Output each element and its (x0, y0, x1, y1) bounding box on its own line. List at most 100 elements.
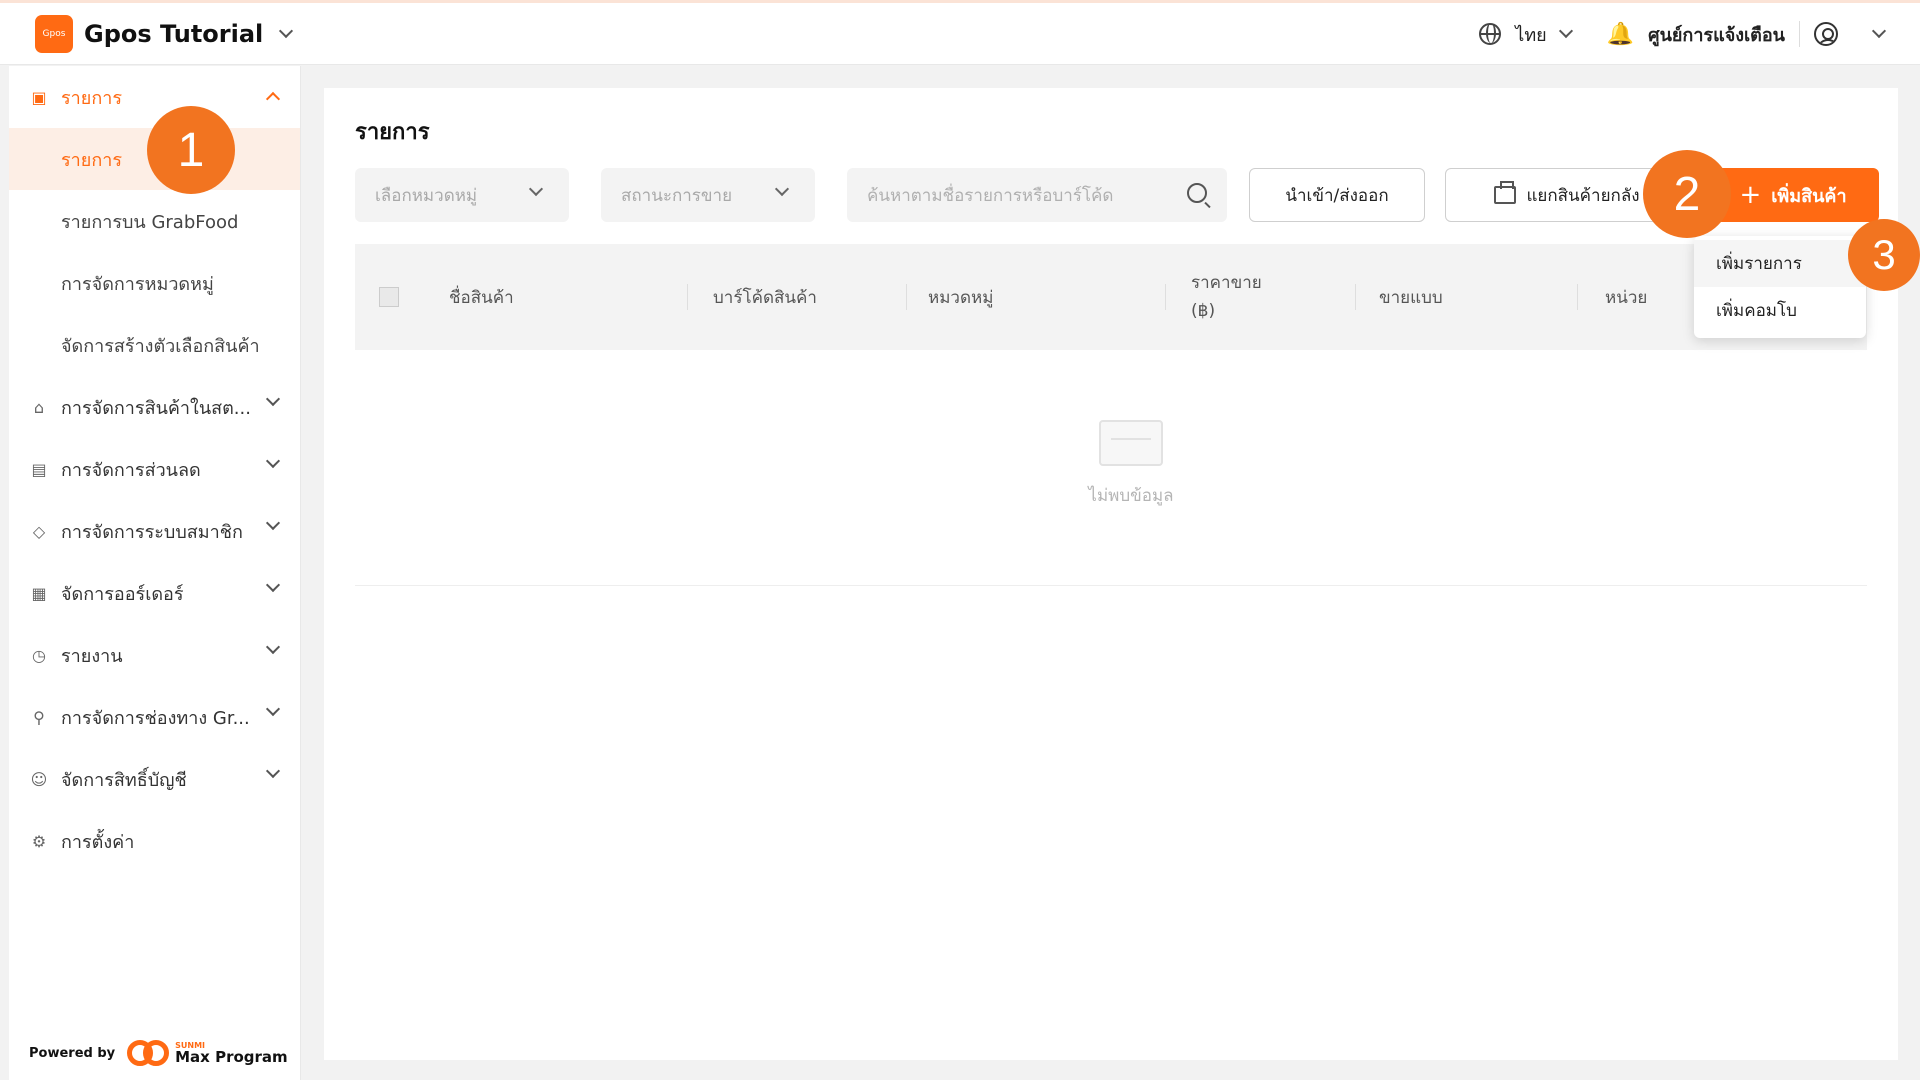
globe-icon (1479, 23, 1502, 45)
column-product-name: ชื่อสินค้า (449, 244, 514, 350)
add-item-option[interactable]: เพิ่มรายการ (1694, 240, 1866, 287)
powered-by: Powered by SUNMI Max Program (29, 1040, 288, 1066)
sidebar-item-grabfood[interactable]: รายการบน GrabFood (9, 190, 300, 252)
sidebar-group-settings[interactable]: ⚙ การตั้งค่า (9, 810, 300, 872)
empty-inbox-icon (1099, 420, 1163, 466)
chevron-down-icon (774, 181, 790, 197)
button-label: นำเข้า/ส่งออก (1285, 185, 1389, 206)
language-switch[interactable]: ไทย (1479, 20, 1573, 49)
sidebar-group-items[interactable]: ▣ รายการ (9, 66, 300, 128)
sidebar-group-channels[interactable]: ⚲ การจัดการช่องทาง Gr... (9, 686, 300, 748)
step-badge-3: 3 (1848, 219, 1920, 291)
empty-state: ไม่พบข้อมูล (1075, 420, 1187, 509)
sidebar: ▣ รายการ รายการ รายการบน GrabFood การจัด… (9, 66, 301, 1080)
plus-icon: + (1739, 180, 1762, 210)
clock-icon: ◷ (32, 645, 46, 665)
notification-center[interactable]: 🔔 ศูนย์การแจ้งเตือน (1607, 20, 1785, 49)
step-number: 2 (1673, 167, 1701, 221)
sidebar-group-label: รายการ (61, 87, 122, 109)
max-program-logo: SUNMI Max Program (127, 1040, 288, 1066)
button-label: แยกสินค้ายกลัง (1526, 185, 1640, 206)
column-unit: หน่วย (1605, 244, 1647, 350)
sidebar-group-label: การจัดการส่วนลด (61, 459, 201, 481)
option-label: เพิ่มรายการ (1716, 254, 1802, 274)
sidebar-group-label: จัดการสิทธิ์บัญชี (61, 769, 187, 791)
brand[interactable]: Gpos Gpos Tutorial (35, 14, 294, 53)
sidebar-group-permissions[interactable]: ☺ จัดการสิทธิ์บัญชี (9, 748, 300, 810)
status-select[interactable]: สถานะการขาย (601, 168, 815, 222)
header-actions: ไทย 🔔 ศูนย์การแจ้งเตือน (1479, 3, 1920, 65)
sidebar-item-label: รายการบน GrabFood (61, 211, 239, 233)
search-placeholder: ค้นหาตามชื่อรายการหรือบาร์โค้ด (867, 185, 1114, 206)
column-sale-type: ขายแบบ (1379, 244, 1443, 350)
empty-text: ไม่พบข้อมูล (1088, 486, 1174, 506)
sidebar-item-label: รายการ (61, 149, 122, 171)
chevron-down-icon (265, 391, 281, 407)
notification-label: ศูนย์การแจ้งเตือน (1648, 24, 1785, 46)
column-price: ราคาขาย (฿) (1191, 244, 1262, 350)
sidebar-group-label: จัดการออร์เดอร์ (61, 583, 184, 605)
logo-text: SUNMI Max Program (175, 1041, 288, 1066)
chevron-down-icon (265, 763, 281, 779)
sidebar-group-discount[interactable]: ▤ การจัดการส่วนลด (9, 438, 300, 500)
column-label: ราคาขาย (1191, 273, 1262, 293)
store-icon: ⌂ (33, 397, 45, 417)
powered-by-text: Powered by (29, 1045, 116, 1061)
diamond-icon: ◇ (32, 521, 46, 541)
box-icon: ▣ (31, 87, 47, 107)
page-title: รายการ (355, 120, 430, 145)
chevron-down-icon (279, 23, 294, 38)
table-header: ชื่อสินค้า บาร์โค้ดสินค้า หมวดหมู่ ราคาข… (355, 244, 1867, 350)
chevron-down-icon (265, 639, 281, 655)
sidebar-item-options[interactable]: จัดการสร้างตัวเลือกสินค้า (9, 314, 300, 376)
sidebar-group-membership[interactable]: ◇ การจัดการระบบสมาชิก (9, 500, 300, 562)
column-divider (906, 284, 907, 310)
logo-text: Gpos (42, 28, 66, 39)
search-input[interactable]: ค้นหาตามชื่อรายการหรือบาร์โค้ด (847, 168, 1227, 222)
sidebar-group-reports[interactable]: ◷ รายงาน (9, 624, 300, 686)
step-badge-2: 2 (1643, 150, 1731, 238)
select-all-checkbox[interactable] (379, 287, 399, 307)
sidebar-group-stock[interactable]: ⌂ การจัดการสินค้าในสต... (9, 376, 300, 438)
sidebar-group-label: รายงาน (61, 645, 123, 667)
column-divider (1165, 284, 1166, 310)
step-number: 1 (177, 123, 205, 177)
table-body: ไม่พบข้อมูล (355, 350, 1867, 586)
chevron-down-icon (1871, 23, 1887, 39)
status-placeholder: สถานะการขาย (621, 185, 733, 206)
add-combo-option[interactable]: เพิ่มคอมโบ (1694, 287, 1866, 334)
add-product-dropdown: เพิ่มรายการ เพิ่มคอมโบ (1694, 236, 1866, 338)
chevron-down-icon (1558, 23, 1573, 39)
main-card: รายการ เลือกหมวดหมู่ สถานะการขาย ค้นหาตา… (324, 88, 1898, 1060)
chevron-down-icon (528, 181, 544, 197)
logo-ring-icon (143, 1040, 170, 1066)
gear-icon: ⚙ (31, 831, 47, 851)
import-export-button[interactable]: นำเข้า/ส่งออก (1249, 168, 1425, 222)
discount-icon: ▤ (31, 459, 47, 479)
user-avatar-icon (1814, 22, 1838, 46)
column-label: หมวดหมู่ (928, 287, 994, 308)
column-unit: (฿) (1191, 301, 1216, 321)
chevron-down-icon (265, 577, 281, 593)
sidebar-group-label: การจัดการช่องทาง Gr... (61, 707, 250, 729)
sidebar-group-label: การจัดการสินค้าในสต... (61, 397, 251, 419)
column-label: ขายแบบ (1379, 287, 1443, 308)
step-number: 3 (1872, 231, 1896, 278)
app-header: Gpos Gpos Tutorial ไทย 🔔 ศูนย์การแจ้งเตื… (0, 3, 1920, 65)
column-divider (687, 284, 688, 310)
chevron-up-icon (265, 91, 281, 107)
store-name: Gpos Tutorial (84, 19, 264, 48)
add-product-button[interactable]: + เพิ่มสินค้า (1707, 168, 1879, 222)
step-badge-1: 1 (147, 106, 235, 194)
sidebar-item-categories[interactable]: การจัดการหมวดหมู่ (9, 252, 300, 314)
search-icon[interactable] (1187, 183, 1207, 203)
user-menu[interactable] (1814, 22, 1887, 46)
sidebar-group-orders[interactable]: ▦ จัดการออร์เดอร์ (9, 562, 300, 624)
chevron-down-icon (265, 701, 281, 717)
button-label: เพิ่มสินค้า (1771, 185, 1847, 207)
category-select[interactable]: เลือกหมวดหมู่ (355, 168, 569, 222)
sidebar-group-label: การตั้งค่า (61, 831, 135, 853)
logo-brand-text: Max Program (175, 1047, 288, 1066)
clipboard-icon: ▦ (31, 583, 47, 603)
sidebar-item-label: จัดการสร้างตัวเลือกสินค้า (61, 335, 260, 357)
